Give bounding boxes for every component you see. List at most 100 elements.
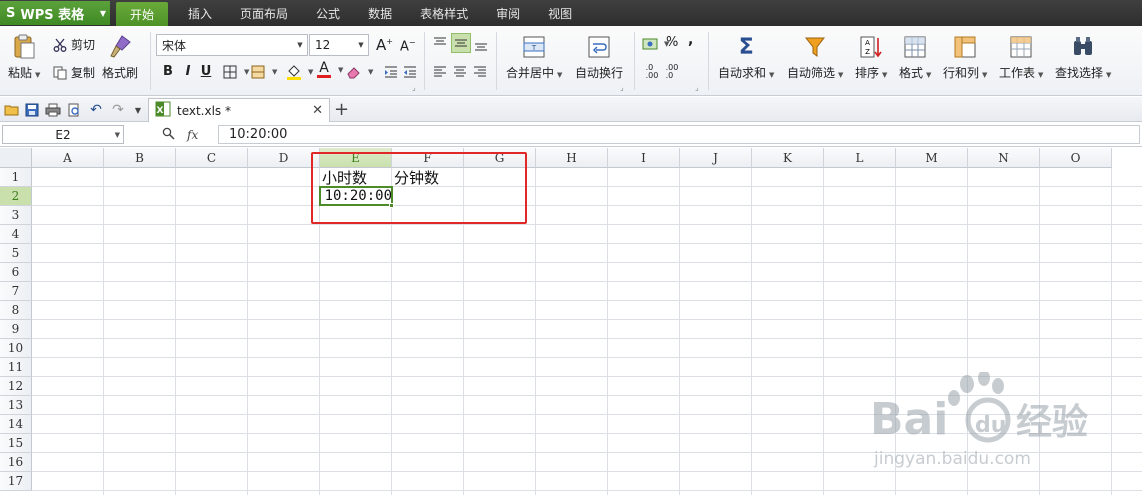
decrease-decimal-button[interactable]: .00.0: [664, 64, 683, 80]
open-folder-icon[interactable]: [4, 102, 20, 118]
close-tab-icon[interactable]: ✕: [312, 103, 323, 118]
formula-input[interactable]: 10:20:00: [218, 125, 1140, 144]
sort-button[interactable]: AZ 排序 ▼: [855, 34, 887, 81]
row-header-3[interactable]: 3: [0, 206, 32, 225]
increase-indent-button[interactable]: [383, 64, 402, 80]
dialog-launcher-icon[interactable]: ⌟: [412, 83, 416, 92]
row-header-6[interactable]: 6: [0, 263, 32, 282]
row-header-10[interactable]: 10: [0, 339, 32, 358]
tab-page-layout[interactable]: 页面布局: [226, 0, 302, 26]
row-header-12[interactable]: 12: [0, 377, 32, 396]
row-header-14[interactable]: 14: [0, 415, 32, 434]
redo-icon[interactable]: ↷: [110, 102, 126, 118]
column-header-m[interactable]: M: [896, 148, 968, 168]
align-bottom-button[interactable]: [473, 37, 492, 53]
copy-button[interactable]: 复制: [52, 64, 95, 81]
font-name-select[interactable]: 宋体 ▼: [156, 34, 308, 56]
spreadsheet-grid[interactable]: A B C D E F G H I J K L M N O 1 2 3 4 5 6 7 8 9 10 11 12 13 14 15 16 17…: [0, 148, 1142, 495]
row-header-13[interactable]: 13: [0, 396, 32, 415]
format-painter-label: 格式刷: [102, 66, 139, 80]
auto-sum-button[interactable]: Σ 自动求和 ▼: [718, 34, 774, 81]
wrap-text-button[interactable]: 自动换行: [575, 34, 623, 81]
tab-view[interactable]: 视图: [534, 0, 586, 26]
column-header-k[interactable]: K: [752, 148, 824, 168]
align-middle-button[interactable]: [451, 33, 471, 53]
select-all-corner[interactable]: [0, 148, 32, 168]
column-header-i[interactable]: I: [608, 148, 680, 168]
column-header-d[interactable]: D: [248, 148, 320, 168]
save-icon[interactable]: [24, 102, 40, 118]
row-header-5[interactable]: 5: [0, 244, 32, 263]
name-box[interactable]: E2 ▼: [2, 125, 124, 144]
grow-font-button[interactable]: A+: [376, 36, 393, 54]
customize-toolbar-icon[interactable]: ▼: [130, 102, 146, 118]
new-tab-icon[interactable]: +: [334, 99, 349, 120]
bold-button[interactable]: B: [160, 64, 176, 79]
row-header-8[interactable]: 8: [0, 301, 32, 320]
row-header-1[interactable]: 1: [0, 168, 32, 187]
dialog-launcher-icon[interactable]: ⌟: [620, 83, 624, 92]
row-header-9[interactable]: 9: [0, 320, 32, 339]
increase-decimal-button[interactable]: .0.00: [644, 64, 663, 80]
rows-cols-button[interactable]: 行和列 ▼: [943, 34, 987, 81]
worksheet-label: 工作表: [999, 66, 1036, 80]
formula-bar: E2 ▼ fx 10:20:00: [0, 123, 1142, 147]
font-color-button[interactable]: A ▼: [316, 61, 343, 78]
tab-insert[interactable]: 插入: [174, 0, 226, 26]
format-grid-icon: [902, 34, 928, 60]
tab-home[interactable]: 开始: [116, 2, 169, 26]
column-header-n[interactable]: N: [968, 148, 1040, 168]
column-header-o[interactable]: O: [1040, 148, 1112, 168]
merge-center-button[interactable]: T 合并居中 ▼: [506, 34, 562, 81]
paint-bucket-icon: [286, 64, 302, 80]
shrink-font-button[interactable]: A−: [400, 38, 416, 54]
align-center-button[interactable]: [452, 64, 471, 80]
cut-button[interactable]: 剪切: [52, 36, 95, 53]
document-tab[interactable]: X text.xls * ✕: [148, 98, 330, 122]
format-painter-button[interactable]: 格式刷: [102, 34, 138, 81]
column-header-j[interactable]: J: [680, 148, 752, 168]
row-header-15[interactable]: 15: [0, 434, 32, 453]
column-header-l[interactable]: L: [824, 148, 896, 168]
tab-review[interactable]: 审阅: [482, 0, 534, 26]
print-icon[interactable]: [45, 102, 61, 118]
tab-table-style[interactable]: 表格样式: [406, 0, 482, 26]
print-preview-icon[interactable]: [66, 102, 82, 118]
column-header-h[interactable]: H: [536, 148, 608, 168]
column-header-c[interactable]: C: [176, 148, 248, 168]
row-header-17[interactable]: 17: [0, 472, 32, 491]
row-header-4[interactable]: 4: [0, 225, 32, 244]
decrease-indent-button[interactable]: [402, 64, 421, 80]
cell-style-button[interactable]: ▼: [250, 64, 277, 80]
column-header-a[interactable]: A: [32, 148, 104, 168]
row-header-7[interactable]: 7: [0, 282, 32, 301]
format-button[interactable]: 格式 ▼: [899, 34, 931, 81]
align-top-button[interactable]: [432, 35, 451, 51]
find-select-button[interactable]: 查找选择 ▼: [1055, 34, 1111, 81]
align-right-button[interactable]: [472, 64, 491, 80]
sort-label: 排序: [855, 66, 880, 80]
row-header-11[interactable]: 11: [0, 358, 32, 377]
clear-format-button[interactable]: ▼: [346, 64, 373, 80]
dialog-launcher-icon[interactable]: ⌟: [695, 83, 699, 92]
column-header-b[interactable]: B: [104, 148, 176, 168]
row-header-2[interactable]: 2: [0, 187, 32, 206]
tab-data[interactable]: 数据: [354, 0, 406, 26]
percent-button[interactable]: %: [666, 35, 678, 50]
row-header-16[interactable]: 16: [0, 453, 32, 472]
tab-formulas[interactable]: 公式: [302, 0, 354, 26]
align-left-button[interactable]: [432, 64, 451, 80]
italic-button[interactable]: I: [180, 64, 196, 79]
font-size-select[interactable]: 12 ▼: [309, 34, 369, 56]
worksheet-button[interactable]: 工作表 ▼: [999, 34, 1043, 81]
insert-function-icon[interactable]: fx: [187, 128, 198, 142]
underline-button[interactable]: U: [198, 64, 214, 79]
comma-button[interactable]: ,: [688, 32, 693, 48]
app-menu-button[interactable]: S WPS 表格 ▼: [0, 1, 110, 25]
borders-button[interactable]: ▼: [222, 64, 249, 80]
undo-icon[interactable]: ↶: [88, 102, 104, 118]
auto-filter-button[interactable]: 自动筛选 ▼: [787, 34, 843, 81]
fill-color-button[interactable]: ▼: [286, 64, 313, 80]
paste-button[interactable]: 粘贴 ▼: [8, 34, 40, 81]
zoom-formula-icon[interactable]: [162, 127, 175, 143]
